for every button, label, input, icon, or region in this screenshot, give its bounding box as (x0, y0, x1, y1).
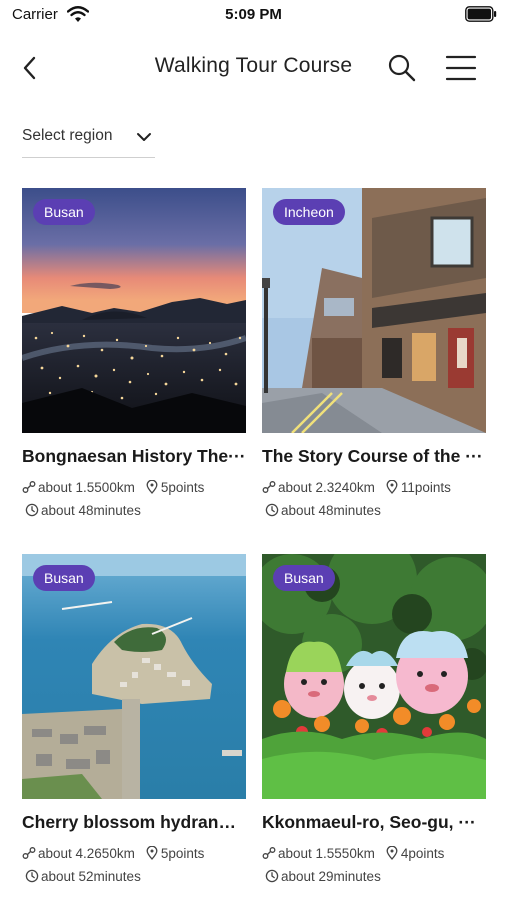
route-icon (262, 847, 276, 859)
course-points: 5points (160, 479, 205, 495)
course-title: Cherry blossom hydrang··· (22, 812, 246, 832)
course-duration: about 48minutes (41, 502, 141, 518)
route-icon (262, 481, 276, 493)
nav-bar: Walking Tour Course (0, 42, 507, 92)
battery-icon (465, 6, 497, 22)
status-time: 5:09 PM (225, 6, 282, 23)
location-pin-icon (386, 846, 398, 860)
clock-icon (265, 869, 279, 883)
course-distance: about 1.5500km (38, 479, 135, 495)
location-pin-icon (146, 846, 158, 860)
page-title: Walking Tour Course (154, 54, 353, 77)
course-points: 4points (400, 845, 445, 861)
course-distance: about 2.3240km (278, 479, 375, 495)
search-icon (388, 54, 416, 82)
course-points: 5points (160, 845, 205, 861)
course-points: 11points (400, 479, 451, 495)
region-badge: Busan (273, 565, 335, 591)
course-duration-row: about 48minutes (25, 501, 141, 519)
course-title: Bongnaesan History The··· (22, 446, 246, 466)
region-badge: Busan (33, 199, 95, 225)
course-duration-row: about 52minutes (25, 867, 141, 885)
clock-icon (265, 503, 279, 517)
chevron-down-icon (137, 133, 151, 141)
course-meta-row: about 1.5550km 4points (262, 844, 444, 862)
course-distance: about 4.2650km (38, 845, 135, 861)
region-badge: Busan (33, 565, 95, 591)
clock-icon (25, 503, 39, 517)
hamburger-menu-icon (445, 55, 477, 81)
search-button[interactable] (386, 52, 418, 84)
location-pin-icon (386, 480, 398, 494)
course-duration: about 48minutes (281, 502, 381, 518)
course-meta-row: about 1.5500km 5points (22, 478, 204, 496)
course-meta-row: about 2.3240km 11points (262, 478, 451, 496)
region-select[interactable]: Select region (22, 118, 155, 158)
region-select-label: Select region (22, 127, 113, 144)
course-duration: about 29minutes (281, 868, 381, 884)
clock-icon (25, 869, 39, 883)
location-pin-icon (146, 480, 158, 494)
status-bar: Carrier 5:09 PM (0, 0, 507, 30)
course-title: The Story Course of the ··· (262, 446, 483, 466)
route-icon (22, 847, 36, 859)
course-meta-row: about 4.2650km 5points (22, 844, 204, 862)
course-duration-row: about 29minutes (265, 867, 381, 885)
route-icon (22, 481, 36, 493)
course-duration-row: about 48minutes (265, 501, 381, 519)
menu-button[interactable] (444, 52, 478, 84)
course-duration: about 52minutes (41, 868, 141, 884)
course-distance: about 1.5550km (278, 845, 375, 861)
region-badge: Incheon (273, 199, 345, 225)
course-title: Kkonmaeul-ro, Seo-gu, ··· (262, 812, 476, 832)
